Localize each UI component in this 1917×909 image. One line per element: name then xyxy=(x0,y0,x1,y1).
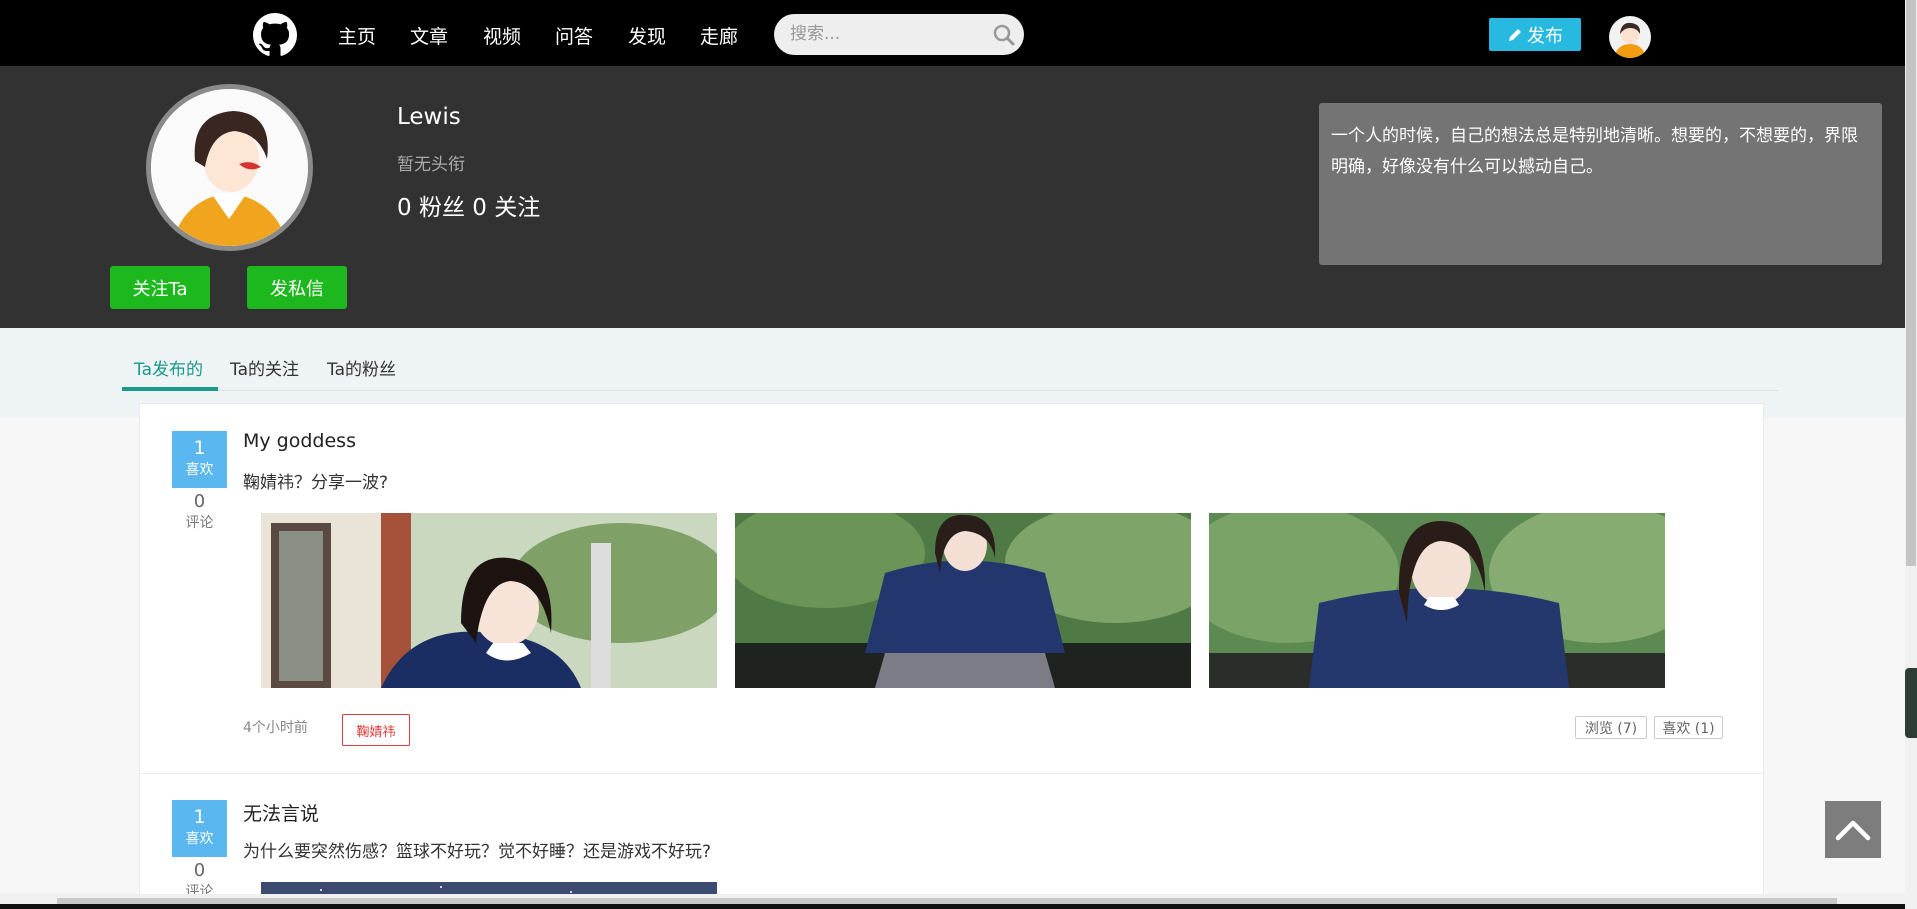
photo-girl-standing xyxy=(735,513,1191,688)
post-feed: 1 喜欢 0 评论 My goddess 鞠婧祎？分享一波? 4个小时前 鞠婧祎… xyxy=(139,403,1764,909)
comment-count: 0 xyxy=(193,491,206,512)
like-count: 1 xyxy=(193,806,206,828)
post-tag[interactable]: 鞠婧祎 xyxy=(342,714,410,746)
back-to-top-button[interactable] xyxy=(1825,801,1881,858)
like-label: 喜欢 xyxy=(185,462,214,478)
like-count: 1 xyxy=(193,437,206,459)
publish-button-label: 发布 xyxy=(1527,25,1563,47)
follow-button[interactable]: 关注Ta xyxy=(110,266,210,309)
nav-item-home[interactable]: 主页 xyxy=(338,22,376,49)
nav-item-videos[interactable]: 视频 xyxy=(483,22,521,49)
profile-avatar xyxy=(146,84,313,251)
active-tab-indicator xyxy=(122,387,218,391)
pencil-icon xyxy=(1509,28,1521,41)
post-description: 鞠婧祎？分享一波? xyxy=(243,473,389,493)
post-time: 4个小时前 xyxy=(243,720,308,736)
tabs-divider xyxy=(122,390,1779,391)
tab-following[interactable]: Ta的关注 xyxy=(230,355,299,380)
like-label: 喜欢 xyxy=(185,831,214,847)
search-box xyxy=(774,14,1024,55)
post-image-2[interactable] xyxy=(735,513,1191,688)
comment-count-box: 0 评论 xyxy=(172,491,227,532)
avatar-image xyxy=(1609,16,1651,58)
github-logo-icon[interactable] xyxy=(253,13,297,57)
like-count-box[interactable]: 1 喜欢 xyxy=(172,431,227,488)
post-description: 为什么要突然伤感？篮球不好玩？觉不好睡？还是游戏不好玩? xyxy=(243,842,712,862)
taskbar-edge xyxy=(0,904,1905,909)
post-image-1[interactable] xyxy=(261,513,717,688)
chevron-up-icon xyxy=(1835,820,1871,840)
side-widget-handle[interactable] xyxy=(1905,668,1917,738)
profile-bio: 一个人的时候，自己的想法总是特别地清晰。想要的，不想要的，界限明确，好像没有什么… xyxy=(1319,103,1882,265)
profile-avatar-image xyxy=(151,89,308,246)
nav-item-articles[interactable]: 文章 xyxy=(410,22,448,49)
publish-button[interactable]: 发布 xyxy=(1489,18,1581,51)
post-divider xyxy=(140,773,1763,774)
nav-item-discover[interactable]: 发现 xyxy=(628,22,666,49)
post-title[interactable]: My goddess xyxy=(243,430,356,452)
nav-item-corridor[interactable]: 走廊 xyxy=(700,22,738,49)
post-title[interactable]: 无法言说 xyxy=(243,799,319,826)
search-icon[interactable] xyxy=(992,23,1016,47)
like-count-box[interactable]: 1 喜欢 xyxy=(172,800,227,857)
profile-title: 暂无头衔 xyxy=(397,155,465,175)
photo-girl-at-window xyxy=(261,513,717,688)
top-navbar: 主页 文章 视频 问答 发现 走廊 发布 xyxy=(0,0,1905,66)
post-image-3[interactable] xyxy=(1209,513,1665,688)
vertical-scrollbar-thumb[interactable] xyxy=(1906,0,1916,566)
views-button[interactable]: 浏览 (7) xyxy=(1575,716,1647,739)
profile-username: Lewis xyxy=(397,104,461,130)
tab-followers[interactable]: Ta的粉丝 xyxy=(327,355,396,380)
tab-published[interactable]: Ta发布的 xyxy=(134,355,203,380)
user-avatar[interactable] xyxy=(1609,16,1651,58)
profile-follow-stats: 0 粉丝 0 关注 xyxy=(397,195,541,221)
profile-bio-text: 一个人的时候，自己的想法总是特别地清晰。想要的，不想要的，界限明确，好像没有什么… xyxy=(1331,126,1858,177)
profile-header: 关注Ta 发私信 Lewis 暂无头衔 0 粉丝 0 关注 一个人的时候，自己的… xyxy=(0,66,1905,328)
comment-count: 0 xyxy=(193,860,206,881)
message-button[interactable]: 发私信 xyxy=(247,266,347,309)
likes-button[interactable]: 喜欢 (1) xyxy=(1654,716,1723,739)
nav-item-qa[interactable]: 问答 xyxy=(555,22,593,49)
search-input[interactable] xyxy=(790,24,980,44)
photo-girl-closeup xyxy=(1209,513,1665,688)
comment-label: 评论 xyxy=(185,515,214,531)
